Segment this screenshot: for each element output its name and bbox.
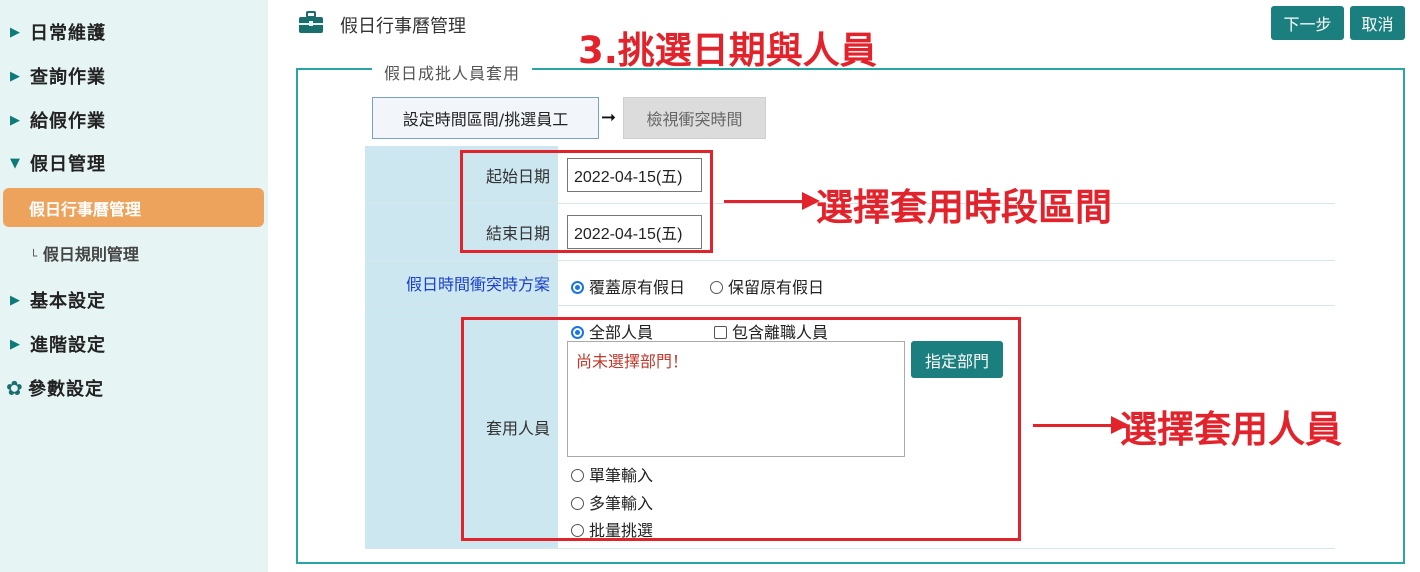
row-divider bbox=[365, 548, 1335, 549]
radio-selected-icon bbox=[571, 281, 584, 294]
sidebar-item-advanced-settings[interactable]: ▶ 進階設定 bbox=[10, 331, 106, 357]
cancel-button[interactable]: 取消 bbox=[1350, 6, 1405, 40]
annotation-people-note: 選擇套用人員 bbox=[1120, 408, 1342, 451]
sidebar-subitem-holiday-calendar[interactable]: 假日行事曆管理 bbox=[3, 188, 264, 227]
caret-right-icon: ▶ bbox=[10, 68, 21, 84]
step-tab-view-conflicts[interactable]: 檢視衝突時間 bbox=[623, 97, 766, 139]
caret-right-icon: ▶ bbox=[10, 292, 21, 308]
arrow-right-icon: ➞ bbox=[601, 107, 617, 128]
annotation-date-box bbox=[460, 150, 713, 253]
sidebar-item-daily-maintenance[interactable]: ▶ 日常維護 bbox=[10, 19, 106, 45]
annotation-arrow-line bbox=[724, 200, 804, 203]
caret-down-icon: ▼ bbox=[10, 155, 21, 171]
sidebar-item-parameter-settings[interactable]: ✿ 參數設定 bbox=[6, 375, 104, 401]
annotation-date-note: 選擇套用時段區間 bbox=[816, 186, 1112, 229]
caret-right-icon: ▶ bbox=[10, 112, 21, 128]
caret-right-icon: ▶ bbox=[10, 24, 21, 40]
conflict-option-keep[interactable]: 保留原有假日 bbox=[710, 274, 824, 298]
conflict-plan-label: 假日時間衝突時方案 bbox=[365, 261, 558, 305]
sidebar-item-leave-grant[interactable]: ▶ 給假作業 bbox=[10, 107, 106, 133]
sidebar: ▶ 日常維護 ▶ 查詢作業 ▶ 給假作業 ▼ 假日管理 假日行事曆管理 └ 假日… bbox=[0, 0, 268, 572]
sidebar-item-basic-settings[interactable]: ▶ 基本設定 bbox=[10, 287, 106, 313]
gear-icon: ✿ bbox=[6, 376, 24, 400]
sidebar-item-query[interactable]: ▶ 查詢作業 bbox=[10, 63, 106, 89]
sidebar-subitem-holiday-rules[interactable]: └ 假日規則管理 bbox=[30, 241, 139, 265]
fieldset-legend: 假日成批人員套用 bbox=[372, 60, 533, 84]
sidebar-item-holiday-management[interactable]: ▼ 假日管理 bbox=[10, 150, 106, 176]
radio-icon bbox=[710, 281, 723, 294]
page-title: 假日行事曆管理 bbox=[340, 16, 466, 37]
conflict-option-overwrite[interactable]: 覆蓋原有假日 bbox=[571, 274, 685, 298]
caret-right-icon: ▶ bbox=[10, 336, 21, 352]
briefcase-icon bbox=[299, 11, 323, 33]
next-step-button[interactable]: 下一步 bbox=[1271, 6, 1344, 40]
step-tab-set-range[interactable]: 設定時間區間/挑選員工 bbox=[372, 97, 599, 139]
annotation-people-box bbox=[461, 317, 1021, 541]
annotation-step-title: 3.挑選日期與人員 bbox=[578, 29, 877, 72]
annotation-arrow-line bbox=[1033, 424, 1113, 427]
